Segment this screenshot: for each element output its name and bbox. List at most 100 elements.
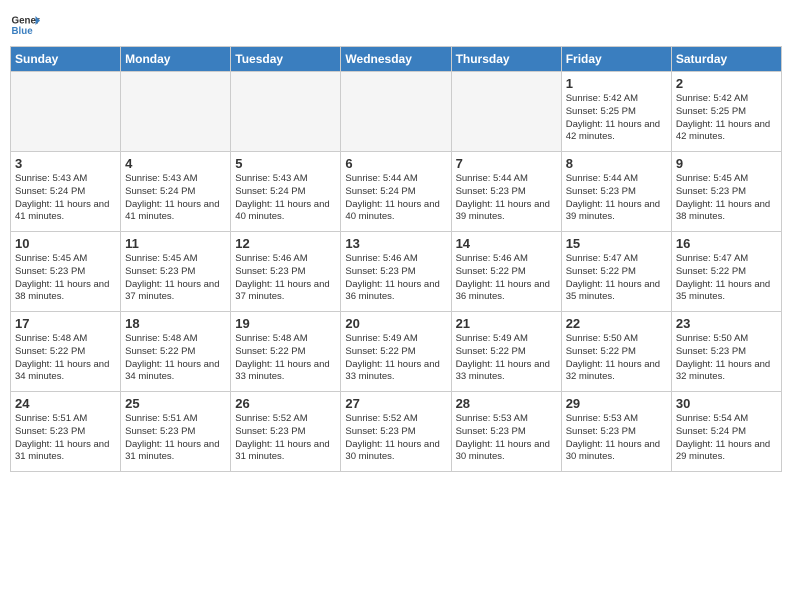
calendar-cell: 2 Sunrise: 5:42 AMSunset: 5:25 PMDaylight… — [671, 72, 781, 152]
day-number: 23 — [676, 316, 777, 331]
day-number: 30 — [676, 396, 777, 411]
day-number: 22 — [566, 316, 667, 331]
day-info: Sunrise: 5:46 AMSunset: 5:23 PMDaylight:… — [235, 253, 336, 304]
day-number: 27 — [345, 396, 446, 411]
weekday-header-friday: Friday — [561, 47, 671, 72]
day-info: Sunrise: 5:45 AMSunset: 5:23 PMDaylight:… — [15, 253, 116, 304]
calendar-table: SundayMondayTuesdayWednesdayThursdayFrid… — [10, 46, 782, 472]
day-number: 7 — [456, 156, 557, 171]
day-info: Sunrise: 5:49 AMSunset: 5:22 PMDaylight:… — [345, 333, 446, 384]
weekday-header-tuesday: Tuesday — [231, 47, 341, 72]
calendar-cell — [121, 72, 231, 152]
calendar-cell: 17Sunrise: 5:48 AMSunset: 5:22 PMDayligh… — [11, 312, 121, 392]
day-number: 3 — [15, 156, 116, 171]
calendar-cell: 12Sunrise: 5:46 AMSunset: 5:23 PMDayligh… — [231, 232, 341, 312]
day-info: Sunrise: 5:48 AMSunset: 5:22 PMDaylight:… — [125, 333, 226, 384]
calendar-cell: 22 Sunrise: 5:50 AMSunset: 5:22 PMDayligh… — [561, 312, 671, 392]
weekday-header-saturday: Saturday — [671, 47, 781, 72]
weekday-header-monday: Monday — [121, 47, 231, 72]
day-number: 25 — [125, 396, 226, 411]
day-info: Sunrise: 5:54 AMSunset: 5:24 PMDaylight:… — [676, 413, 777, 464]
calendar-cell: 20 Sunrise: 5:49 AMSunset: 5:22 PMDayligh… — [341, 312, 451, 392]
calendar-cell: 27 Sunrise: 5:52 AMSunset: 5:23 PMDayligh… — [341, 392, 451, 472]
calendar-cell: 29Sunrise: 5:53 AMSunset: 5:23 PMDayligh… — [561, 392, 671, 472]
logo-icon: General Blue — [10, 10, 40, 40]
day-info: Sunrise: 5:47 AMSunset: 5:22 PMDaylight:… — [566, 253, 667, 304]
weekday-header-row: SundayMondayTuesdayWednesdayThursdayFrid… — [11, 47, 782, 72]
day-number: 4 — [125, 156, 226, 171]
day-info: Sunrise: 5:44 AMSunset: 5:23 PMDaylight:… — [456, 173, 557, 224]
calendar-body: 1 Sunrise: 5:42 AMSunset: 5:25 PMDaylight… — [11, 72, 782, 472]
day-number: 26 — [235, 396, 336, 411]
calendar-cell: 30 Sunrise: 5:54 AMSunset: 5:24 PMDayligh… — [671, 392, 781, 472]
day-number: 21 — [456, 316, 557, 331]
day-info: Sunrise: 5:46 AMSunset: 5:22 PMDaylight:… — [456, 253, 557, 304]
calendar-week-1: 1 Sunrise: 5:42 AMSunset: 5:25 PMDaylight… — [11, 72, 782, 152]
day-number: 20 — [345, 316, 446, 331]
calendar-cell: 9 Sunrise: 5:45 AMSunset: 5:23 PMDaylight… — [671, 152, 781, 232]
calendar-cell: 18 Sunrise: 5:48 AMSunset: 5:22 PMDayligh… — [121, 312, 231, 392]
day-number: 5 — [235, 156, 336, 171]
day-info: Sunrise: 5:43 AMSunset: 5:24 PMDaylight:… — [235, 173, 336, 224]
calendar-cell: 14 Sunrise: 5:46 AMSunset: 5:22 PMDayligh… — [451, 232, 561, 312]
calendar-cell: 1 Sunrise: 5:42 AMSunset: 5:25 PMDaylight… — [561, 72, 671, 152]
day-number: 1 — [566, 76, 667, 91]
day-number: 15 — [566, 236, 667, 251]
day-number: 2 — [676, 76, 777, 91]
calendar-cell: 5 Sunrise: 5:43 AMSunset: 5:24 PMDaylight… — [231, 152, 341, 232]
day-info: Sunrise: 5:44 AMSunset: 5:23 PMDaylight:… — [566, 173, 667, 224]
weekday-header-thursday: Thursday — [451, 47, 561, 72]
day-number: 14 — [456, 236, 557, 251]
day-number: 8 — [566, 156, 667, 171]
calendar-cell: 6Sunrise: 5:44 AMSunset: 5:24 PMDaylight… — [341, 152, 451, 232]
weekday-header-sunday: Sunday — [11, 47, 121, 72]
day-info: Sunrise: 5:43 AMSunset: 5:24 PMDaylight:… — [125, 173, 226, 224]
day-number: 13 — [345, 236, 446, 251]
svg-text:Blue: Blue — [12, 26, 34, 37]
day-info: Sunrise: 5:51 AMSunset: 5:23 PMDaylight:… — [15, 413, 116, 464]
calendar-week-3: 10Sunrise: 5:45 AMSunset: 5:23 PMDayligh… — [11, 232, 782, 312]
calendar-cell: 15 Sunrise: 5:47 AMSunset: 5:22 PMDayligh… — [561, 232, 671, 312]
calendar-cell: 10Sunrise: 5:45 AMSunset: 5:23 PMDayligh… — [11, 232, 121, 312]
calendar-week-2: 3 Sunrise: 5:43 AMSunset: 5:24 PMDaylight… — [11, 152, 782, 232]
calendar-cell: 25 Sunrise: 5:51 AMSunset: 5:23 PMDayligh… — [121, 392, 231, 472]
day-info: Sunrise: 5:52 AMSunset: 5:23 PMDaylight:… — [235, 413, 336, 464]
day-number: 24 — [15, 396, 116, 411]
day-info: Sunrise: 5:49 AMSunset: 5:22 PMDaylight:… — [456, 333, 557, 384]
day-number: 9 — [676, 156, 777, 171]
calendar-cell: 13 Sunrise: 5:46 AMSunset: 5:23 PMDayligh… — [341, 232, 451, 312]
calendar-cell — [451, 72, 561, 152]
calendar-cell: 24 Sunrise: 5:51 AMSunset: 5:23 PMDayligh… — [11, 392, 121, 472]
day-info: Sunrise: 5:46 AMSunset: 5:23 PMDaylight:… — [345, 253, 446, 304]
day-info: Sunrise: 5:50 AMSunset: 5:23 PMDaylight:… — [676, 333, 777, 384]
day-info: Sunrise: 5:43 AMSunset: 5:24 PMDaylight:… — [15, 173, 116, 224]
calendar-cell: 8 Sunrise: 5:44 AMSunset: 5:23 PMDaylight… — [561, 152, 671, 232]
day-info: Sunrise: 5:52 AMSunset: 5:23 PMDaylight:… — [345, 413, 446, 464]
calendar-cell: 21 Sunrise: 5:49 AMSunset: 5:22 PMDayligh… — [451, 312, 561, 392]
calendar-cell: 7 Sunrise: 5:44 AMSunset: 5:23 PMDaylight… — [451, 152, 561, 232]
day-info: Sunrise: 5:53 AMSunset: 5:23 PMDaylight:… — [456, 413, 557, 464]
day-info: Sunrise: 5:47 AMSunset: 5:22 PMDaylight:… — [676, 253, 777, 304]
day-number: 17 — [15, 316, 116, 331]
calendar-header: SundayMondayTuesdayWednesdayThursdayFrid… — [11, 47, 782, 72]
day-info: Sunrise: 5:51 AMSunset: 5:23 PMDaylight:… — [125, 413, 226, 464]
day-number: 29 — [566, 396, 667, 411]
calendar-cell: 28 Sunrise: 5:53 AMSunset: 5:23 PMDayligh… — [451, 392, 561, 472]
calendar-cell — [341, 72, 451, 152]
calendar-cell: 16Sunrise: 5:47 AMSunset: 5:22 PMDayligh… — [671, 232, 781, 312]
day-number: 18 — [125, 316, 226, 331]
day-number: 28 — [456, 396, 557, 411]
day-number: 19 — [235, 316, 336, 331]
day-info: Sunrise: 5:50 AMSunset: 5:22 PMDaylight:… — [566, 333, 667, 384]
calendar-week-4: 17 Sunrise: 5:48 AMSunset: 5:22 PMDayligh… — [11, 312, 782, 392]
calendar-cell: 19Sunrise: 5:48 AMSunset: 5:22 PMDayligh… — [231, 312, 341, 392]
day-number: 6 — [345, 156, 446, 171]
day-info: Sunrise: 5:45 AMSunset: 5:23 PMDaylight:… — [676, 173, 777, 224]
calendar-cell: 4 Sunrise: 5:43 AMSunset: 5:24 PMDaylight… — [121, 152, 231, 232]
day-info: Sunrise: 5:42 AMSunset: 5:25 PMDaylight:… — [566, 93, 667, 144]
day-info: Sunrise: 5:42 AMSunset: 5:25 PMDaylight:… — [676, 93, 777, 144]
calendar-cell — [231, 72, 341, 152]
calendar-cell: 11Sunrise: 5:45 AMSunset: 5:23 PMDayligh… — [121, 232, 231, 312]
weekday-header-wednesday: Wednesday — [341, 47, 451, 72]
header: General Blue — [10, 10, 782, 40]
